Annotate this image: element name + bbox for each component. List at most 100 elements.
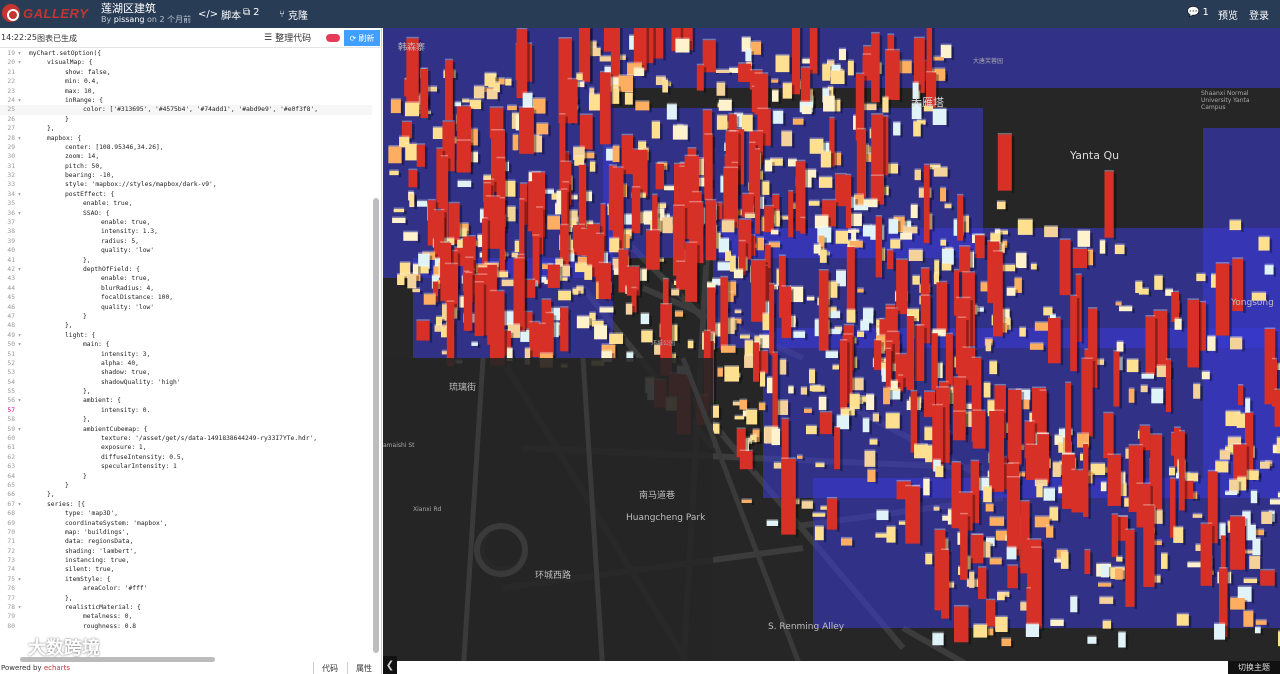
- tab-props[interactable]: 属性: [347, 662, 380, 674]
- code-line[interactable]: 36 ▾ SSAO: {: [0, 209, 372, 218]
- fold-toggle-icon[interactable]: [16, 537, 23, 546]
- code-area[interactable]: 19 ▾ myChart.setOption({20 ▾ visualMap: {21 s…: [0, 49, 372, 669]
- code-line[interactable]: 55},: [0, 387, 372, 396]
- fold-toggle-icon[interactable]: [16, 556, 23, 565]
- fold-toggle-icon[interactable]: [16, 406, 23, 415]
- code-line[interactable]: 25 color: ['#313695', '#4575b4', '#74add1…: [0, 105, 372, 115]
- code-line[interactable]: 28 ▾ mapbox: {: [0, 134, 372, 143]
- code-line[interactable]: 57 intensity: 0.: [0, 406, 372, 415]
- code-line[interactable]: 32 bearing: -10,: [0, 171, 372, 180]
- map-view[interactable]: 韩森寨 大雁塔 Yanta Qu Yongsong 环城公园 南马道巷 Huangcheng…: [383, 28, 1280, 674]
- code-line[interactable]: 31 pitch: 50,: [0, 162, 372, 171]
- auto-run-toggle[interactable]: [326, 34, 340, 42]
- code-line[interactable]: 21 show: false,: [0, 68, 372, 77]
- fold-toggle-icon[interactable]: [16, 378, 23, 387]
- fold-toggle-icon[interactable]: [16, 284, 23, 293]
- fold-toggle-icon[interactable]: [16, 547, 23, 556]
- tab-code[interactable]: 代码: [313, 662, 346, 674]
- author-link[interactable]: pissang: [114, 15, 145, 24]
- code-line[interactable]: 78 ▾ realisticMaterial: {: [0, 603, 372, 612]
- fold-toggle-icon[interactable]: [16, 472, 23, 481]
- code-line[interactable]: 77},: [0, 594, 372, 603]
- fold-toggle-icon[interactable]: [16, 115, 23, 124]
- fold-toggle-icon[interactable]: ▾: [16, 265, 23, 274]
- code-line[interactable]: 71 data: regionsData,: [0, 537, 372, 546]
- code-line[interactable]: 72 shading: 'lambert',: [0, 547, 372, 556]
- fold-toggle-icon[interactable]: ▾: [16, 500, 23, 509]
- code-line[interactable]: 62 diffuseIntensity: 0.5,: [0, 453, 372, 462]
- code-line[interactable]: 76 areaColor: '#fff': [0, 584, 372, 593]
- fold-toggle-icon[interactable]: [16, 143, 23, 152]
- fold-toggle-icon[interactable]: [16, 68, 23, 77]
- code-line[interactable]: 66},: [0, 490, 372, 499]
- count-button[interactable]: ⧉ 2: [243, 7, 260, 18]
- format-code-button[interactable]: ☰ 整理代码: [264, 31, 311, 45]
- fold-toggle-icon[interactable]: [16, 124, 23, 133]
- code-line[interactable]: 73 instancing: true,: [0, 556, 372, 565]
- fold-toggle-icon[interactable]: ▾: [16, 49, 23, 58]
- echarts-link[interactable]: echarts: [44, 664, 70, 672]
- fold-toggle-icon[interactable]: ▾: [16, 603, 23, 612]
- script-button[interactable]: </> 脚本: [198, 7, 241, 22]
- collapse-editor-button[interactable]: ❮: [383, 656, 397, 674]
- code-line[interactable]: 67 ▾ series: [{: [0, 500, 372, 509]
- fold-toggle-icon[interactable]: ▾: [16, 134, 23, 143]
- code-line[interactable]: 68 type: 'map3D',: [0, 509, 372, 518]
- fold-toggle-icon[interactable]: [16, 443, 23, 452]
- code-line[interactable]: 20 ▾ visualMap: {: [0, 58, 372, 67]
- fold-toggle-icon[interactable]: [16, 415, 23, 424]
- fold-toggle-icon[interactable]: [16, 199, 23, 208]
- code-line[interactable]: 24 ▾ inRange: {: [0, 96, 372, 105]
- fold-toggle-icon[interactable]: [16, 293, 23, 302]
- code-line[interactable]: 51 intensity: 3,: [0, 350, 372, 359]
- fold-toggle-icon[interactable]: [16, 77, 23, 86]
- gallery-logo[interactable]: GALLERY: [0, 2, 88, 24]
- run-button[interactable]: ⟳ 刷新: [344, 30, 380, 46]
- fold-toggle-icon[interactable]: [16, 218, 23, 227]
- code-line[interactable]: 50 ▾ main: {: [0, 340, 372, 349]
- fold-toggle-icon[interactable]: [16, 256, 23, 265]
- fold-toggle-icon[interactable]: ▾: [16, 331, 23, 340]
- fold-toggle-icon[interactable]: [16, 180, 23, 189]
- fold-toggle-icon[interactable]: ▾: [16, 58, 23, 67]
- fold-toggle-icon[interactable]: [16, 387, 23, 396]
- code-line[interactable]: 43 enable: true,: [0, 274, 372, 283]
- code-line[interactable]: 44 blurRadius: 4,: [0, 284, 372, 293]
- code-line[interactable]: 37 enable: true,: [0, 218, 372, 227]
- fold-toggle-icon[interactable]: [16, 622, 23, 631]
- fold-toggle-icon[interactable]: [16, 462, 23, 471]
- code-line[interactable]: 63 specularIntensity: 1: [0, 462, 372, 471]
- code-line[interactable]: 70 map: 'buildings',: [0, 528, 372, 537]
- code-line[interactable]: 74 silent: true,: [0, 565, 372, 574]
- fold-toggle-icon[interactable]: [16, 594, 23, 603]
- code-line[interactable]: 35 enable: true,: [0, 199, 372, 208]
- code-line[interactable]: 39 radius: 5,: [0, 237, 372, 246]
- fold-toggle-icon[interactable]: [16, 321, 23, 330]
- fold-toggle-icon[interactable]: [16, 509, 23, 518]
- fold-toggle-icon[interactable]: [16, 434, 23, 443]
- code-line[interactable]: 40 quality: 'low': [0, 246, 372, 255]
- code-line[interactable]: 48},: [0, 321, 372, 330]
- fold-toggle-icon[interactable]: ▾: [16, 575, 23, 584]
- fold-toggle-icon[interactable]: ▾: [16, 190, 23, 199]
- code-line[interactable]: 75 ▾ itemStyle: {: [0, 575, 372, 584]
- code-line[interactable]: 23 max: 10,: [0, 87, 372, 96]
- code-line[interactable]: 59 ▾ ambientCubemap: {: [0, 425, 372, 434]
- code-line[interactable]: 47}: [0, 312, 372, 321]
- fold-toggle-icon[interactable]: [16, 87, 23, 96]
- fold-toggle-icon[interactable]: [16, 584, 23, 593]
- code-line[interactable]: 29 center: [108.95346,34.26],: [0, 143, 372, 152]
- code-line[interactable]: 79 metalness: 0,: [0, 612, 372, 621]
- code-line[interactable]: 27},: [0, 124, 372, 133]
- fold-toggle-icon[interactable]: ▾: [16, 96, 23, 105]
- fold-toggle-icon[interactable]: [16, 612, 23, 621]
- fold-toggle-icon[interactable]: [16, 481, 23, 490]
- code-line[interactable]: 30 zoom: 14,: [0, 152, 372, 161]
- fold-toggle-icon[interactable]: [16, 519, 23, 528]
- fold-toggle-icon[interactable]: [16, 237, 23, 246]
- code-line[interactable]: 58},: [0, 415, 372, 424]
- fold-toggle-icon[interactable]: [16, 274, 23, 283]
- switch-theme-button[interactable]: 切换主题: [1228, 661, 1280, 674]
- code-line[interactable]: 33 style: 'mapbox://styles/mapbox/dark-v9…: [0, 180, 372, 189]
- code-line[interactable]: 49 ▾ light: {: [0, 331, 372, 340]
